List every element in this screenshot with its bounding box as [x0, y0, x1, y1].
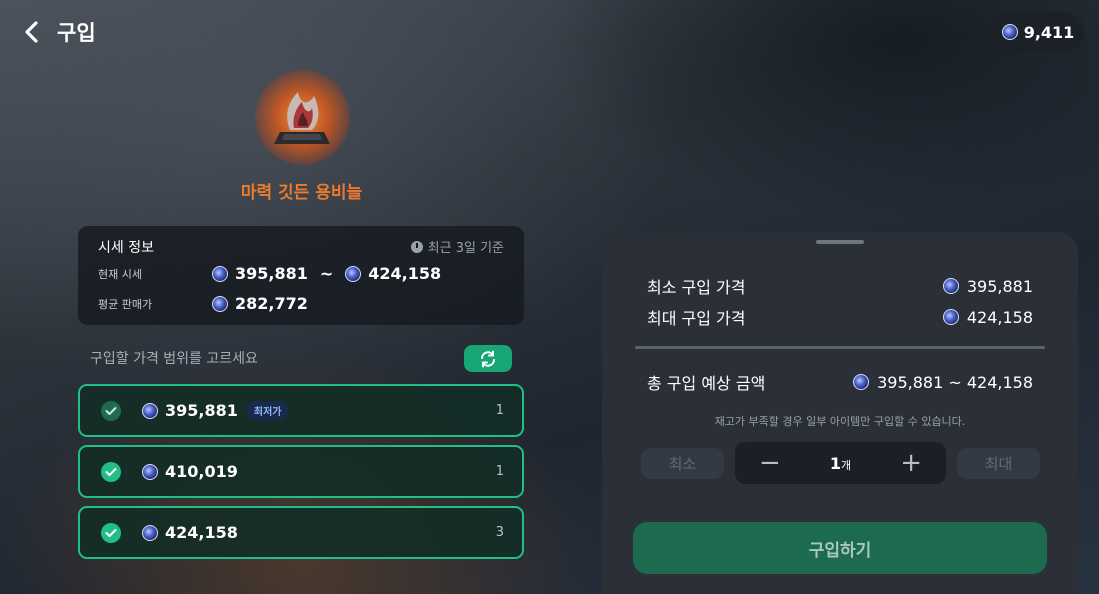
currency-amount: 9,411	[1023, 22, 1075, 42]
price-info-card: 시세 정보 최근 3일 기준 현재 시세 395,881 ~ 424,158 평…	[78, 226, 524, 325]
average-price-label: 평균 판매가	[98, 297, 153, 311]
price-info-period: 최근 3일 기준	[410, 237, 504, 256]
page-title: 구입	[57, 21, 96, 45]
range-tilde: ~	[319, 264, 334, 283]
checkbox-checked-icon[interactable]	[101, 522, 121, 543]
blue-coin-icon	[942, 278, 959, 294]
chevron-left-icon	[25, 21, 38, 43]
price-option-row[interactable]: 395,881 최저가 1	[78, 384, 524, 437]
blue-coin-icon	[345, 265, 362, 282]
option-price: 395,881 최저가	[142, 401, 289, 420]
blue-coin-icon	[212, 295, 228, 312]
stock-note: 재고가 부족할 경우 일부 아이템만 구입할 수 있습니다.	[714, 415, 966, 428]
option-quantity: 1	[495, 403, 504, 418]
blue-coin-icon	[942, 309, 959, 325]
refresh-button[interactable]	[464, 345, 512, 372]
blue-coin-icon	[142, 402, 158, 419]
min-price-label: 최소 구입 가격	[647, 278, 746, 297]
lowest-price-badge: 최저가	[246, 401, 289, 420]
currency-balance: 9,411	[992, 12, 1084, 52]
current-price-min: 395,881	[212, 264, 308, 283]
current-price-label: 현재 시세	[98, 267, 142, 281]
checkbox-checked-icon[interactable]	[101, 461, 121, 482]
quantity-value: 1개	[829, 453, 852, 473]
max-quantity-button[interactable]: 최대	[957, 448, 1040, 479]
option-quantity: 1	[495, 464, 504, 479]
dragon-scale-icon	[255, 70, 350, 165]
average-price-row: 평균 판매가 282,772	[98, 294, 518, 313]
max-price-label: 최대 구입 가격	[647, 309, 746, 328]
divider	[635, 346, 1045, 349]
min-price-row: 최소 구입 가격 395,881	[647, 274, 1033, 298]
blue-coin-icon	[142, 463, 158, 480]
plus-button[interactable]: +	[900, 450, 922, 476]
option-price: 410,019	[142, 462, 238, 481]
option-quantity: 3	[495, 525, 504, 540]
current-price-max: 424,158	[345, 264, 441, 283]
current-price-row: 현재 시세 395,881 ~ 424,158	[98, 264, 518, 283]
blue-coin-icon	[212, 265, 228, 282]
range-label: 구입할 가격 범위를 고르세요	[90, 351, 258, 367]
total-value: 395,881 ~ 424,158	[877, 372, 1033, 392]
total-row: 총 구입 예상 금액 395,881 ~ 424,158	[647, 370, 1033, 394]
average-price: 282,772	[212, 294, 308, 313]
buy-button[interactable]: 구입하기	[633, 522, 1047, 574]
price-option-row[interactable]: 424,158 3	[78, 506, 524, 559]
max-price-value: 424,158	[966, 307, 1033, 327]
drag-handle[interactable]	[816, 240, 864, 244]
quantity-stepper: − 1개 +	[735, 442, 946, 484]
price-info-title: 시세 정보	[98, 240, 154, 256]
max-price-row: 최대 구입 가격 424,158	[647, 305, 1033, 329]
clock-icon	[410, 240, 423, 253]
back-button[interactable]	[20, 18, 46, 46]
purchase-panel: 최소 구입 가격 395,881 최대 구입 가격 424,158 총 구입 예…	[602, 232, 1078, 594]
blue-coin-icon	[142, 524, 158, 541]
total-label: 총 구입 예상 금액	[647, 374, 766, 393]
min-price-value: 395,881	[966, 276, 1033, 296]
option-price: 424,158	[142, 523, 238, 542]
min-quantity-button[interactable]: 최소	[641, 448, 724, 479]
price-option-row[interactable]: 410,019 1	[78, 445, 524, 498]
period-text: 최근 3일 기준	[427, 241, 504, 256]
checkbox-checked-icon[interactable]	[101, 400, 121, 421]
blue-coin-icon	[1001, 24, 1018, 40]
refresh-icon	[481, 350, 495, 367]
blue-coin-icon	[853, 374, 870, 390]
item-name: 마력 깃든 용비늘	[240, 183, 363, 203]
minus-button[interactable]: −	[759, 450, 781, 476]
